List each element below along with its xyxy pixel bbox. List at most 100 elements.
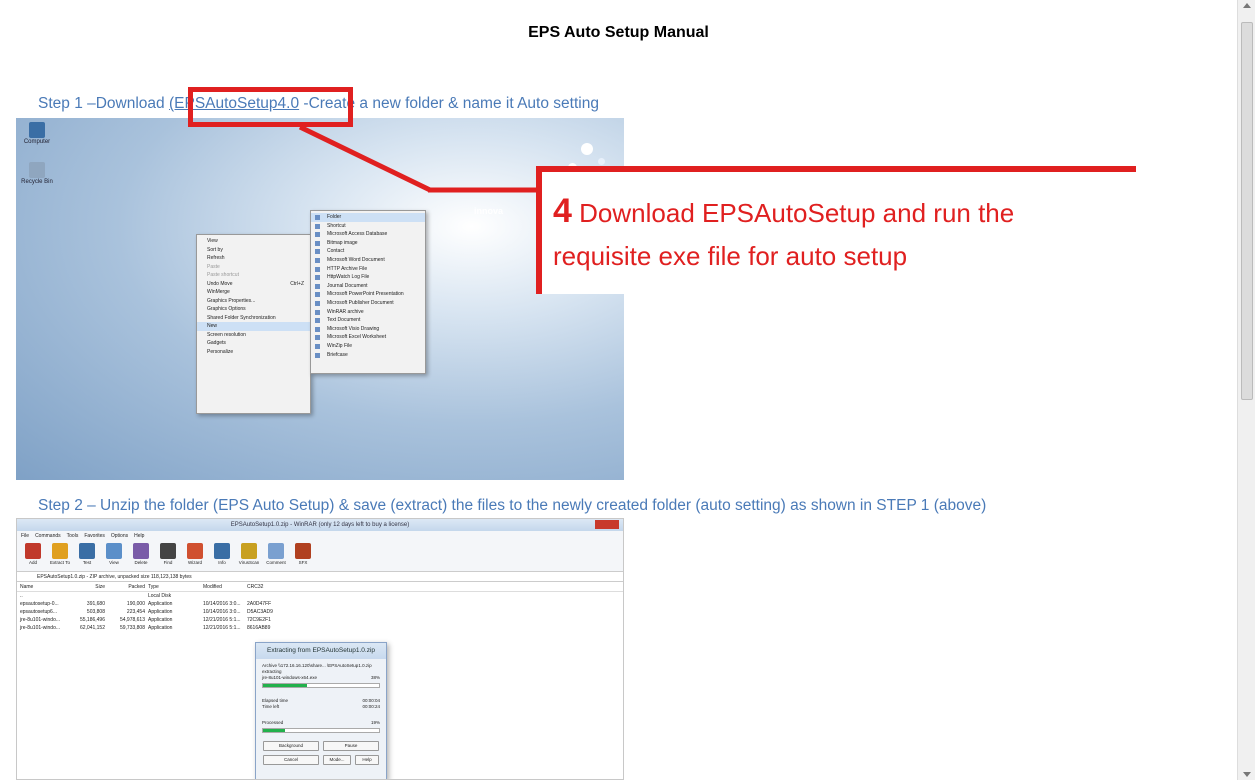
- file-cell: 55,186,496: [79, 617, 105, 623]
- file-cell: 190,000: [126, 601, 145, 607]
- scroll-down-icon[interactable]: [1243, 772, 1251, 777]
- context-menu-item: New: [197, 322, 310, 331]
- new-submenu-item: Journal Document: [311, 282, 425, 291]
- scrollbar-thumb[interactable]: [1241, 22, 1253, 400]
- new-submenu-item: Microsoft Visio Drawing: [311, 325, 425, 334]
- callout-box: 4 Download EPSAutoSetup and run the requ…: [536, 166, 1136, 294]
- extract-dialog-title: Extracting from EPSAutoSetup1.0.zip: [256, 643, 386, 659]
- file-cell: 10/14/2016 3:0...: [203, 601, 241, 607]
- winrar-menu-bar: File Commands Tools Favorites Options Help: [17, 531, 623, 541]
- winrar-menu-item: Help: [134, 533, 145, 539]
- brand-text: innova: [474, 206, 504, 216]
- column-header: Size: [95, 584, 105, 590]
- computer-icon: Computer: [20, 122, 54, 145]
- file-cell: [200, 592, 244, 600]
- help-button: Help: [355, 755, 379, 765]
- file-cell: 8616AB89: [247, 625, 271, 631]
- context-menu-item: View: [207, 238, 218, 244]
- new-submenu: Folder Shortcut Microsoft Access Database B…: [310, 210, 426, 374]
- file-cell: [75, 592, 105, 600]
- file-cell: ..: [20, 593, 23, 599]
- file-row: epsautosetup6... 503,808 223,454 Applicatio…: [17, 608, 623, 616]
- file-row: jre-8u101-windo... 62,041,152 59,733,808 Ap…: [17, 624, 623, 632]
- file-cell: [105, 592, 145, 600]
- toolbar-icon: [133, 543, 149, 559]
- toolbar-icon: [187, 543, 203, 559]
- processed-label: Processed: [262, 720, 284, 725]
- scroll-up-icon[interactable]: [1243, 3, 1251, 8]
- context-menu-item: Paste: [207, 263, 220, 270]
- file-cell: Application: [148, 609, 173, 615]
- new-submenu-item: Folder: [311, 213, 425, 222]
- page-title: EPS Auto Setup Manual: [528, 24, 709, 41]
- new-submenu-item: HTTP Archive File: [311, 265, 425, 274]
- new-submenu-item: WinZip File: [311, 342, 425, 351]
- file-cell: epsautosetup6...: [20, 609, 57, 615]
- context-menu-item: Shared Folder Synchronization: [207, 314, 276, 321]
- winrar-tool-delete: Delete: [129, 541, 153, 571]
- desktop-screenshot: Computer Recycle Bin innova View Sort by R…: [16, 118, 624, 480]
- toolbar-icon: [25, 543, 41, 559]
- file-row: .. Local Disk: [17, 592, 623, 600]
- file-cell: epsautosetup-0...: [20, 601, 59, 607]
- new-submenu-item: Bitmap image: [311, 239, 425, 248]
- column-header: Modified: [203, 584, 222, 590]
- file-cell: 12/21/2016 5:1...: [203, 625, 241, 631]
- winrar-toolbar: Add Extract To Test View Delete Find Wizard Inf…: [17, 541, 623, 571]
- toolbar-icon: [160, 543, 176, 559]
- pause-button: Pause: [323, 741, 379, 751]
- winrar-screenshot: EPSAutoSetup1.0.zip - WinRAR (only 12 da…: [16, 518, 624, 780]
- close-icon: [595, 520, 619, 529]
- file-cell: Application: [148, 625, 173, 631]
- column-header: CRC32: [247, 584, 264, 590]
- background-button: Background: [263, 741, 319, 751]
- new-submenu-item: Contact: [311, 247, 425, 256]
- file-cell: 72C9E2F1: [247, 617, 271, 623]
- desktop-context-menu: View Sort by Refresh Paste Paste shortcut Und…: [196, 234, 311, 414]
- toolbar-icon: [214, 543, 230, 559]
- file-cell: D5AC3AD9: [247, 609, 273, 615]
- mode-button: Mode...: [323, 755, 351, 765]
- toolbar-icon: [268, 543, 284, 559]
- document-page: EPS Auto Setup Manual Step 1 –Download (…: [0, 0, 1237, 780]
- file-cell: 10/14/2016 3:0...: [203, 609, 241, 615]
- callout-line2: requisite exe file for auto setup: [553, 241, 908, 271]
- toolbar-icon: [295, 543, 311, 559]
- context-menu-item: Graphics Properties...: [207, 297, 256, 304]
- context-menu-item: Undo Move Ctrl+Z: [207, 280, 304, 287]
- winrar-menu-item: Options: [110, 533, 129, 539]
- context-menu-item: Screen resolution: [207, 331, 246, 338]
- winrar-tool-find: Find: [156, 541, 180, 571]
- file-row: epsautosetup-0... 391,680 190,000 Applicati…: [17, 600, 623, 608]
- file-cell: jre-8u101-windo...: [20, 617, 61, 623]
- column-header: Type: [148, 584, 159, 590]
- file-percent: 38%: [370, 675, 380, 680]
- winrar-menu-item: Commands: [35, 533, 61, 539]
- time-left-value: 00:00:24: [362, 704, 380, 709]
- vertical-scrollbar[interactable]: [1237, 0, 1255, 780]
- winrar-tool-sfx: SFX: [291, 541, 315, 571]
- context-menu-item: Personalize: [207, 348, 234, 355]
- file-cell: 62,041,152: [79, 625, 105, 631]
- toolbar-icon: [106, 543, 122, 559]
- column-header: Packed: [128, 584, 145, 590]
- file-cell: Application: [148, 601, 173, 607]
- file-row: jre-8u101-windo... 55,186,496 54,978,613 Ap…: [17, 616, 623, 624]
- file-progress-bar: [262, 683, 380, 688]
- toolbar-icon: [52, 543, 68, 559]
- new-submenu-item: Text Document: [311, 316, 425, 325]
- callout-number: 4: [553, 192, 572, 230]
- current-file: jre-8u101-windows-x64.exe: [262, 675, 318, 680]
- file-cell: 2A0D47FF: [247, 601, 272, 607]
- step1-prefix: Step 1 –Download: [38, 95, 169, 112]
- file-list: .. Local Disk epsautosetup-0... 391,680 190,…: [17, 592, 623, 632]
- winrar-title: EPSAutoSetup1.0.zip - WinRAR (only 12 da…: [230, 522, 410, 528]
- context-menu-item: Sort by: [207, 246, 223, 253]
- new-submenu-item: Microsoft Excel Worksheet: [311, 333, 425, 342]
- file-cell: 59,733,808: [119, 625, 145, 631]
- context-menu-item: Gadgets: [207, 340, 226, 346]
- winrar-tool-comment: Comment: [264, 541, 288, 571]
- context-menu-item: Graphics Options: [207, 306, 246, 312]
- new-submenu-item: Microsoft PowerPoint Presentation: [311, 290, 425, 299]
- new-submenu-item: Microsoft Publisher Document: [311, 299, 425, 308]
